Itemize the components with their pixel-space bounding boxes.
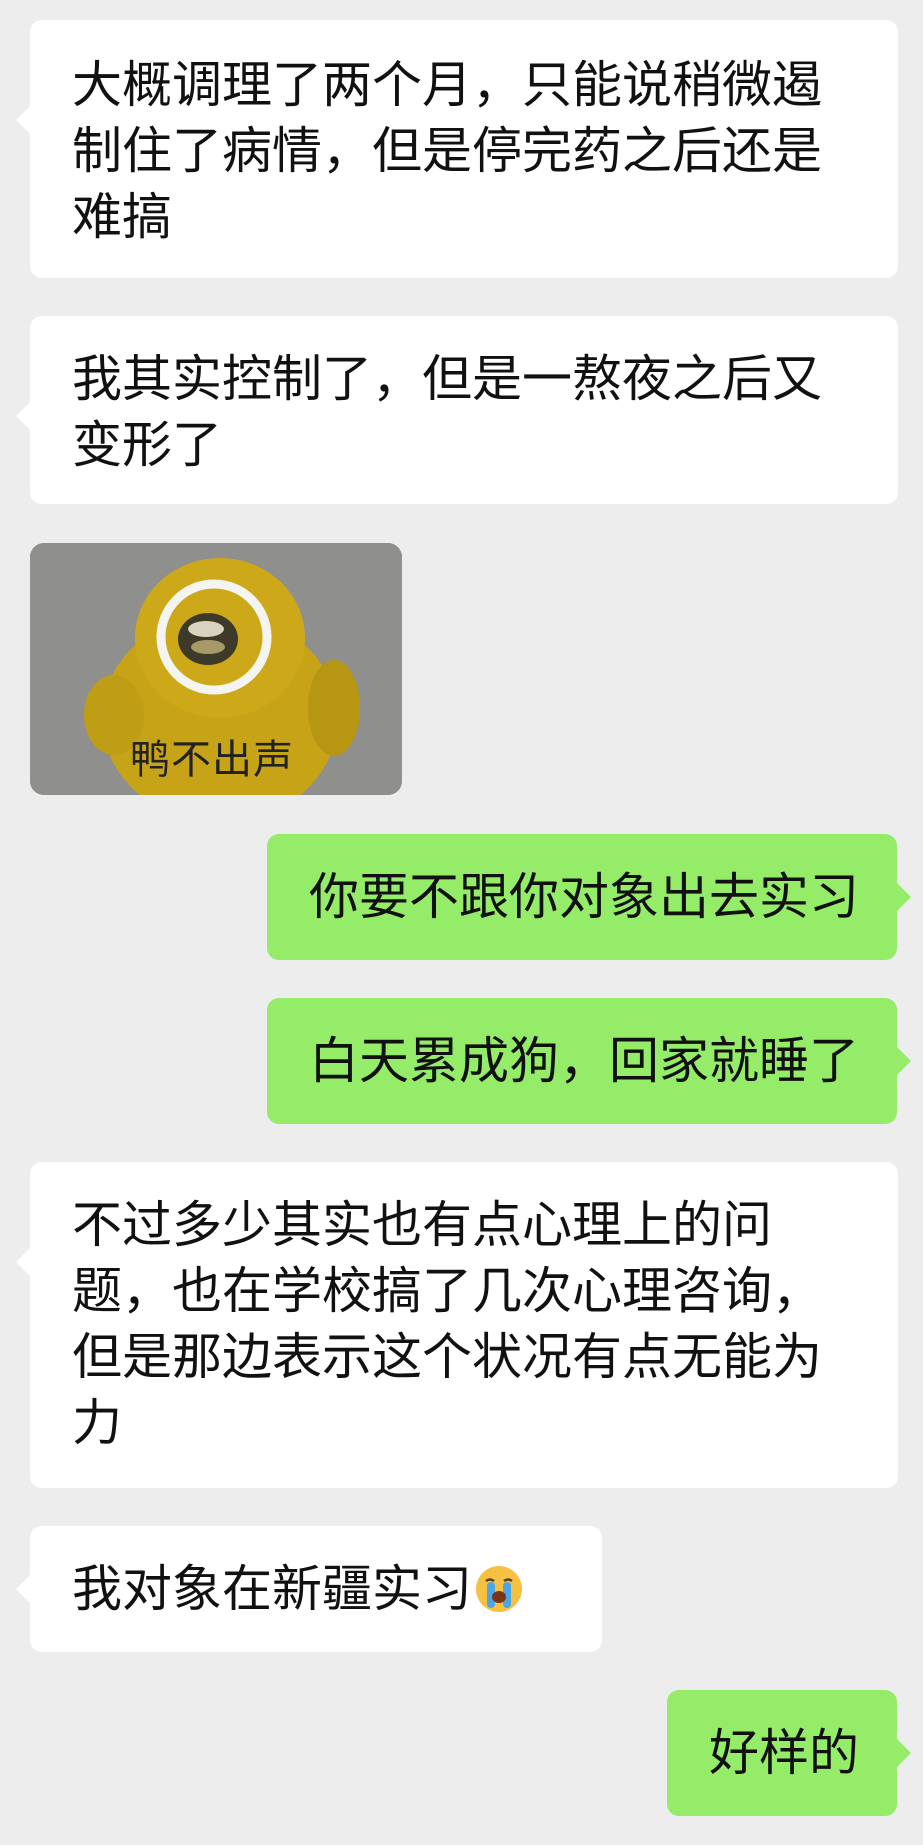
message-text-line: 但是那边表示这个状况有点无能为 [72, 1328, 822, 1386]
message-text-line: 白天累成狗，回家就睡了 [309, 1032, 859, 1090]
message-text-line: 制住了病情，但是停完药之后还是 [72, 122, 822, 180]
sticker-message[interactable]: 鸭不出声 [30, 543, 402, 795]
message-text-line: 我其实控制了，但是一熬夜之后又 [72, 350, 822, 408]
message-text-line: 题，也在学校搞了几次心理咨询， [72, 1262, 822, 1320]
message-bubble-outgoing[interactable]: 好样的 [667, 1690, 911, 1816]
message-text-line: 你要不跟你对象出去实习 [309, 868, 859, 926]
message-text-line: 我对象在新疆实习 [72, 1556, 564, 1622]
message-bubble-incoming[interactable]: 我对象在新疆实习 [16, 1526, 602, 1652]
message-text-line: 大概调理了两个月，只能说稍微遏 [72, 56, 822, 114]
message-text-line: 不过多少其实也有点心理上的问 [72, 1196, 772, 1254]
message-text: 我对象在新疆实习 [72, 1560, 472, 1618]
message-bubble-outgoing[interactable]: 你要不跟你对象出去实习 [267, 834, 911, 960]
crying-face-emoji [476, 1566, 522, 1612]
message-text-line: 好样的 [709, 1724, 859, 1782]
message-bubble-outgoing[interactable]: 白天累成狗，回家就睡了 [267, 998, 911, 1124]
message-text-line: 力 [72, 1394, 122, 1452]
message-text-line: 难搞 [72, 188, 172, 246]
message-text-line: 变形了 [72, 416, 222, 474]
sticker-caption: 鸭不出声 [130, 737, 294, 783]
message-bubble-incoming[interactable]: 我其实控制了，但是一熬夜之后又 变形了 [16, 316, 898, 504]
message-bubble-incoming[interactable]: 不过多少其实也有点心理上的问 题，也在学校搞了几次心理咨询， 但是那边表示这个状… [16, 1162, 898, 1488]
message-bubble-incoming[interactable]: 大概调理了两个月，只能说稍微遏 制住了病情，但是停完药之后还是 难搞 [16, 20, 898, 278]
